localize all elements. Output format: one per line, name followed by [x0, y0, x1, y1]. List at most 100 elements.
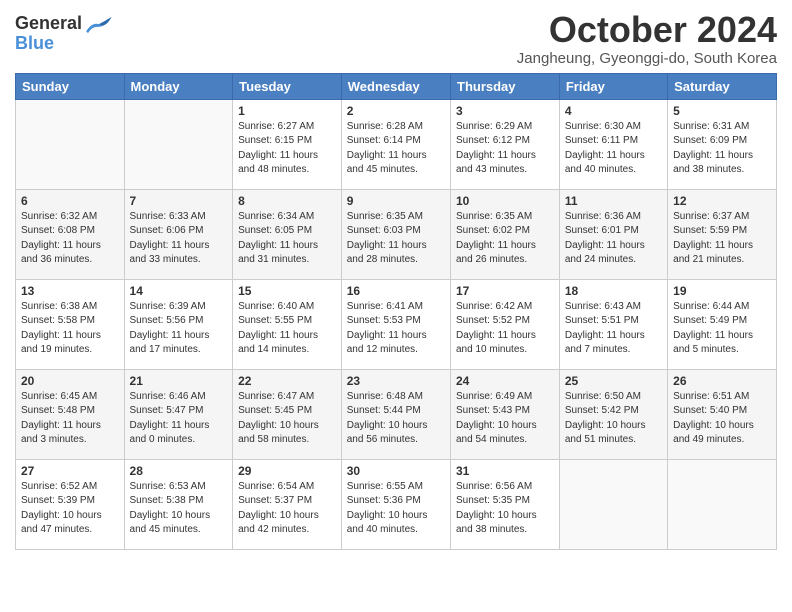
calendar-day-cell	[124, 99, 233, 189]
logo-general-text: General	[15, 13, 82, 33]
day-number: 12	[673, 194, 771, 208]
day-number: 6	[21, 194, 119, 208]
calendar-table: SundayMondayTuesdayWednesdayThursdayFrid…	[15, 73, 777, 550]
day-info: Sunrise: 6:41 AMSunset: 5:53 PMDaylight:…	[347, 300, 445, 358]
day-number: 5	[673, 104, 771, 118]
month-title: October 2024	[517, 10, 777, 50]
day-of-week-header: Saturday	[668, 73, 777, 99]
calendar-week-row: 1 Sunrise: 6:27 AMSunset: 6:15 PMDaylight…	[16, 99, 777, 189]
location-subtitle: Jangheung, Gyeonggi-do, South Korea	[517, 50, 777, 67]
calendar-day-cell: 26 Sunrise: 6:51 AMSunset: 5:40 PMDayligh…	[668, 369, 777, 459]
calendar-day-cell	[668, 459, 777, 549]
day-info: Sunrise: 6:47 AMSunset: 5:45 PMDaylight:…	[238, 390, 336, 448]
calendar-day-cell: 1 Sunrise: 6:27 AMSunset: 6:15 PMDaylight…	[233, 99, 342, 189]
day-info: Sunrise: 6:34 AMSunset: 6:05 PMDaylight:…	[238, 210, 336, 268]
calendar-day-cell	[559, 459, 667, 549]
logo-bird-icon	[84, 15, 112, 35]
day-info: Sunrise: 6:52 AMSunset: 5:39 PMDaylight:…	[21, 480, 119, 538]
day-info: Sunrise: 6:54 AMSunset: 5:37 PMDaylight:…	[238, 480, 336, 538]
day-number: 14	[130, 284, 228, 298]
day-number: 3	[456, 104, 554, 118]
day-number: 11	[565, 194, 662, 208]
day-info: Sunrise: 6:51 AMSunset: 5:40 PMDaylight:…	[673, 390, 771, 448]
calendar-header-row: SundayMondayTuesdayWednesdayThursdayFrid…	[16, 73, 777, 99]
day-info: Sunrise: 6:28 AMSunset: 6:14 PMDaylight:…	[347, 120, 445, 178]
day-number: 17	[456, 284, 554, 298]
day-number: 25	[565, 374, 662, 388]
day-number: 15	[238, 284, 336, 298]
day-info: Sunrise: 6:37 AMSunset: 5:59 PMDaylight:…	[673, 210, 771, 268]
calendar-week-row: 13Sunrise: 6:38 AMSunset: 5:58 PMDayligh…	[16, 279, 777, 369]
calendar-day-cell: 19 Sunrise: 6:44 AMSunset: 5:49 PMDayligh…	[668, 279, 777, 369]
day-of-week-header: Thursday	[451, 73, 560, 99]
calendar-day-cell: 12 Sunrise: 6:37 AMSunset: 5:59 PMDayligh…	[668, 189, 777, 279]
calendar-day-cell: 23 Sunrise: 6:48 AMSunset: 5:44 PMDayligh…	[341, 369, 450, 459]
day-number: 22	[238, 374, 336, 388]
calendar-day-cell: 22 Sunrise: 6:47 AMSunset: 5:45 PMDayligh…	[233, 369, 342, 459]
day-info: Sunrise: 6:29 AMSunset: 6:12 PMDaylight:…	[456, 120, 554, 178]
day-number: 4	[565, 104, 662, 118]
day-number: 30	[347, 464, 445, 478]
day-info: Sunrise: 6:27 AMSunset: 6:15 PMDaylight:…	[238, 120, 336, 178]
day-info: Sunrise: 6:35 AMSunset: 6:03 PMDaylight:…	[347, 210, 445, 268]
day-number: 1	[238, 104, 336, 118]
calendar-day-cell: 14 Sunrise: 6:39 AMSunset: 5:56 PMDayligh…	[124, 279, 233, 369]
calendar-day-cell: 10 Sunrise: 6:35 AMSunset: 6:02 PMDayligh…	[451, 189, 560, 279]
day-number: 2	[347, 104, 445, 118]
day-of-week-header: Monday	[124, 73, 233, 99]
calendar-day-cell: 4Sunrise: 6:30 AMSunset: 6:11 PMDaylight…	[559, 99, 667, 189]
day-number: 29	[238, 464, 336, 478]
day-info: Sunrise: 6:46 AMSunset: 5:47 PMDaylight:…	[130, 390, 228, 448]
day-info: Sunrise: 6:39 AMSunset: 5:56 PMDaylight:…	[130, 300, 228, 358]
day-info: Sunrise: 6:40 AMSunset: 5:55 PMDaylight:…	[238, 300, 336, 358]
calendar-day-cell: 24Sunrise: 6:49 AMSunset: 5:43 PMDayligh…	[451, 369, 560, 459]
calendar-day-cell: 9 Sunrise: 6:35 AMSunset: 6:03 PMDaylight…	[341, 189, 450, 279]
day-of-week-header: Wednesday	[341, 73, 450, 99]
calendar-day-cell: 28 Sunrise: 6:53 AMSunset: 5:38 PMDayligh…	[124, 459, 233, 549]
day-info: Sunrise: 6:48 AMSunset: 5:44 PMDaylight:…	[347, 390, 445, 448]
day-of-week-header: Friday	[559, 73, 667, 99]
day-info: Sunrise: 6:42 AMSunset: 5:52 PMDaylight:…	[456, 300, 554, 358]
calendar-day-cell: 3 Sunrise: 6:29 AMSunset: 6:12 PMDaylight…	[451, 99, 560, 189]
calendar-day-cell: 18Sunrise: 6:43 AMSunset: 5:51 PMDayligh…	[559, 279, 667, 369]
logo-blue-text: Blue	[15, 33, 54, 53]
day-info: Sunrise: 6:44 AMSunset: 5:49 PMDaylight:…	[673, 300, 771, 358]
calendar-day-cell: 13Sunrise: 6:38 AMSunset: 5:58 PMDayligh…	[16, 279, 125, 369]
calendar-week-row: 6 Sunrise: 6:32 AMSunset: 6:08 PMDaylight…	[16, 189, 777, 279]
day-info: Sunrise: 6:31 AMSunset: 6:09 PMDaylight:…	[673, 120, 771, 178]
day-number: 27	[21, 464, 119, 478]
calendar-day-cell: 17 Sunrise: 6:42 AMSunset: 5:52 PMDayligh…	[451, 279, 560, 369]
day-number: 9	[347, 194, 445, 208]
calendar-day-cell: 5 Sunrise: 6:31 AMSunset: 6:09 PMDaylight…	[668, 99, 777, 189]
calendar-week-row: 20Sunrise: 6:45 AMSunset: 5:48 PMDayligh…	[16, 369, 777, 459]
day-info: Sunrise: 6:50 AMSunset: 5:42 PMDaylight:…	[565, 390, 662, 448]
day-number: 10	[456, 194, 554, 208]
calendar-day-cell: 11 Sunrise: 6:36 AMSunset: 6:01 PMDayligh…	[559, 189, 667, 279]
calendar-day-cell: 8 Sunrise: 6:34 AMSunset: 6:05 PMDaylight…	[233, 189, 342, 279]
calendar-day-cell: 15 Sunrise: 6:40 AMSunset: 5:55 PMDayligh…	[233, 279, 342, 369]
day-info: Sunrise: 6:32 AMSunset: 6:08 PMDaylight:…	[21, 210, 119, 268]
calendar-day-cell: 2 Sunrise: 6:28 AMSunset: 6:14 PMDaylight…	[341, 99, 450, 189]
day-number: 8	[238, 194, 336, 208]
day-number: 19	[673, 284, 771, 298]
calendar-day-cell: 30Sunrise: 6:55 AMSunset: 5:36 PMDayligh…	[341, 459, 450, 549]
day-info: Sunrise: 6:35 AMSunset: 6:02 PMDaylight:…	[456, 210, 554, 268]
day-number: 23	[347, 374, 445, 388]
day-number: 13	[21, 284, 119, 298]
day-info: Sunrise: 6:36 AMSunset: 6:01 PMDaylight:…	[565, 210, 662, 268]
day-number: 26	[673, 374, 771, 388]
title-block: October 2024 Jangheung, Gyeonggi-do, Sou…	[517, 10, 777, 67]
day-info: Sunrise: 6:53 AMSunset: 5:38 PMDaylight:…	[130, 480, 228, 538]
day-number: 28	[130, 464, 228, 478]
calendar-day-cell: 7Sunrise: 6:33 AMSunset: 6:06 PMDaylight…	[124, 189, 233, 279]
calendar-day-cell: 16Sunrise: 6:41 AMSunset: 5:53 PMDayligh…	[341, 279, 450, 369]
calendar-day-cell: 20Sunrise: 6:45 AMSunset: 5:48 PMDayligh…	[16, 369, 125, 459]
calendar-day-cell: 31Sunrise: 6:56 AMSunset: 5:35 PMDayligh…	[451, 459, 560, 549]
calendar-day-cell: 21Sunrise: 6:46 AMSunset: 5:47 PMDayligh…	[124, 369, 233, 459]
logo: General Blue	[15, 10, 112, 53]
day-of-week-header: Sunday	[16, 73, 125, 99]
day-info: Sunrise: 6:56 AMSunset: 5:35 PMDaylight:…	[456, 480, 554, 538]
day-number: 7	[130, 194, 228, 208]
day-number: 20	[21, 374, 119, 388]
calendar-day-cell: 29 Sunrise: 6:54 AMSunset: 5:37 PMDayligh…	[233, 459, 342, 549]
